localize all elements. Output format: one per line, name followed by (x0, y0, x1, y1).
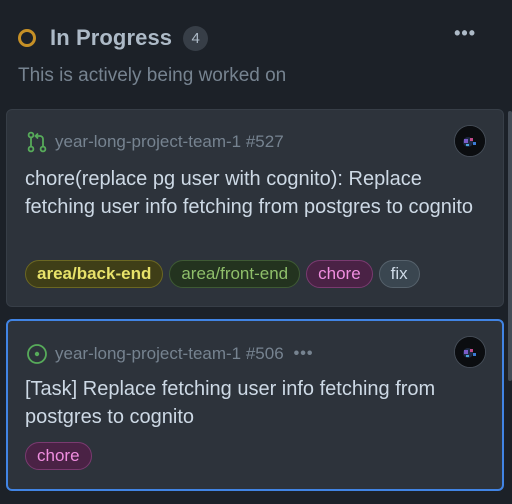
card-pull-request-527[interactable]: year-long-project-team-1 #527 chore(repl… (6, 109, 504, 307)
label-area-back-end[interactable]: area/back-end (25, 260, 164, 288)
card-labels: area/back-end area/front-end chore fix (25, 260, 420, 288)
card-title[interactable]: [Task] Replace fetching user info fetchi… (25, 376, 484, 431)
pull-request-icon (27, 131, 47, 153)
label-chore[interactable]: chore (25, 442, 92, 470)
assignee-avatar[interactable] (454, 336, 486, 368)
column-menu-button[interactable]: ••• (454, 24, 476, 42)
column-description: This is actively being worked on (18, 65, 287, 86)
card-title[interactable]: chore(replace pg user with cognito): Rep… (25, 166, 485, 221)
card-header: year-long-project-team-1 #506 ••• (25, 342, 313, 366)
card-header: year-long-project-team-1 #527 (25, 130, 284, 154)
project-column: In Progress 4 ••• This is actively being… (0, 0, 512, 504)
assignee-avatar[interactable] (454, 125, 486, 157)
card-repo-ref[interactable]: year-long-project-team-1 #527 (55, 132, 284, 152)
card-menu-button[interactable]: ••• (294, 345, 314, 363)
card-repo-ref[interactable]: year-long-project-team-1 #506 (55, 344, 284, 364)
card-labels: chore (25, 442, 92, 470)
in-progress-status-icon (18, 29, 36, 47)
card-issue-506[interactable]: year-long-project-team-1 #506 ••• [Task]… (6, 319, 504, 491)
column-title: In Progress (50, 25, 173, 50)
label-fix[interactable]: fix (378, 260, 420, 288)
label-area-front-end[interactable]: area/front-end (169, 260, 301, 288)
open-issue-icon (27, 344, 47, 364)
item-count-badge: 4 (183, 25, 209, 51)
label-chore[interactable]: chore (306, 260, 373, 288)
column-header: In Progress 4 ••• (18, 22, 512, 54)
column-scrollbar[interactable] (508, 111, 512, 381)
